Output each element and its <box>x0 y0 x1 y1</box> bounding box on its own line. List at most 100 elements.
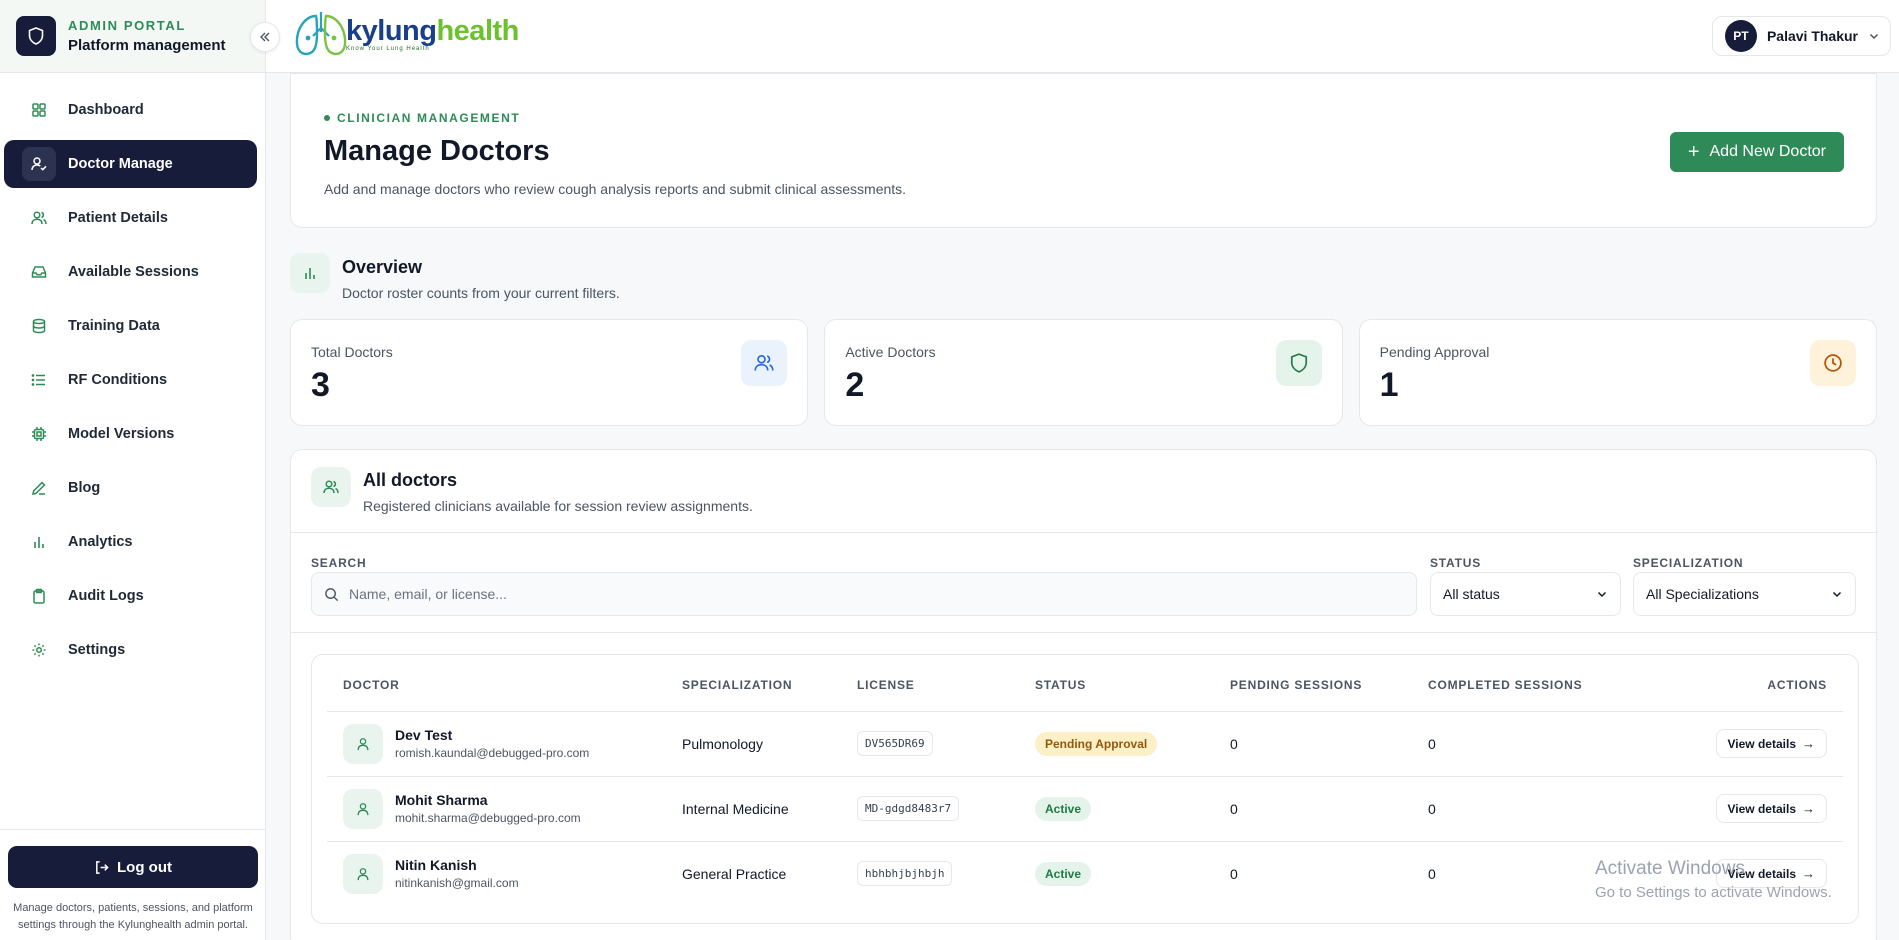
sidebar: ADMIN PORTAL Platform management Dashboa… <box>0 0 266 940</box>
bar-chart-icon <box>22 525 56 559</box>
status-select-value: All status <box>1443 586 1500 602</box>
license-code: hbhbhjbjhbjh <box>857 861 953 887</box>
section-kicker: CLINICIAN MANAGEMENT <box>324 111 520 125</box>
shield-icon <box>16 16 56 56</box>
status-select[interactable]: All status <box>1430 572 1621 616</box>
stat-value: 3 <box>311 366 330 404</box>
gear-icon <box>22 633 56 667</box>
shield-icon <box>1275 340 1322 386</box>
column-header-specialization: SPECIALIZATION <box>682 655 857 712</box>
list-icon <box>22 363 56 397</box>
specialization-select-value: All Specializations <box>1646 586 1759 602</box>
sidebar-item-dashboard[interactable]: Dashboard <box>4 86 257 134</box>
column-header-status: STATUS <box>1035 655 1230 712</box>
users-icon <box>22 201 56 235</box>
sidebar-item-label: Analytics <box>68 534 133 550</box>
sidebar-item-training-data[interactable]: Training Data <box>4 302 257 350</box>
search-field[interactable] <box>311 572 1417 616</box>
users-icon <box>311 467 351 507</box>
kicker-dot <box>324 115 330 121</box>
sidebar-item-blog[interactable]: Blog <box>4 464 257 512</box>
sidebar-item-label: Training Data <box>68 318 160 334</box>
doctor-cell: Mohit Sharma mohit.sharma@debugged-pro.co… <box>327 788 682 829</box>
view-details-label: View details <box>1727 801 1796 816</box>
pen-icon <box>22 471 56 505</box>
kylunghealth-logo[interactable]: kylunghealth Know Your Lung Health <box>292 6 519 60</box>
user-icon <box>343 853 383 894</box>
column-header-doctor: DOCTOR <box>327 655 682 712</box>
page-header-card: CLINICIAN MANAGEMENT Manage Doctors Add … <box>290 73 1877 228</box>
doctor-name: Mohit Sharma <box>395 792 488 808</box>
pending-sessions-cell: 0 <box>1230 776 1428 842</box>
doctor-email: nitinkanish@gmail.com <box>395 876 519 891</box>
filters-bar: SEARCH STATUS All status SPECIALIZATION … <box>291 533 1876 633</box>
sidebar-footer: Log out Manage doctors, patients, sessio… <box>0 829 266 940</box>
sidebar-nav: Dashboard Doctor Manage Patient Details … <box>0 73 265 674</box>
user-name: Palavi Thakur <box>1766 28 1858 44</box>
completed-sessions-cell: 0 <box>1428 711 1628 777</box>
stat-card-total-doctors: Total Doctors 3 <box>290 319 809 426</box>
add-new-doctor-button[interactable]: + Add New Doctor <box>1669 132 1844 172</box>
column-header-pending-sessions: PENDING SESSIONS <box>1230 655 1428 712</box>
add-new-doctor-label: Add New Doctor <box>1709 143 1827 160</box>
clock-icon <box>1809 340 1856 386</box>
column-header-completed-sessions: COMPLETED SESSIONS <box>1428 655 1628 712</box>
sidebar-item-patient-details[interactable]: Patient Details <box>4 194 257 242</box>
activate-windows-watermark: Activate Windows Go to Settings to activ… <box>1595 858 1832 901</box>
page-title: Manage Doctors <box>324 135 550 167</box>
collapse-sidebar-button[interactable] <box>250 22 280 52</box>
column-header-actions: ACTIONS <box>1628 655 1843 712</box>
bar-chart-icon <box>290 253 330 293</box>
all-doctors-header: All doctors Registered clinicians availa… <box>291 450 1876 533</box>
doctor-name: Dev Test <box>395 727 453 743</box>
sidebar-item-label: Dashboard <box>68 102 144 118</box>
sidebar-item-label: Available Sessions <box>68 264 199 280</box>
view-details-button[interactable]: View details → <box>1715 729 1827 758</box>
sidebar-item-analytics[interactable]: Analytics <box>4 518 257 566</box>
stats-row: Total Doctors 3 Active Doctors 2 Pending… <box>290 319 1877 426</box>
logo-text-h: health <box>436 14 519 47</box>
chevrons-left-icon <box>260 32 270 42</box>
stat-value: 1 <box>1379 366 1399 404</box>
user-menu-button[interactable]: PT Palavi Thakur <box>1711 16 1891 56</box>
search-icon <box>325 587 339 601</box>
brand-title: Platform management <box>68 37 226 54</box>
footer-note: Manage doctors, patients, sessions, and … <box>13 902 253 931</box>
logout-icon <box>96 860 109 874</box>
license-code: DV565DR69 <box>857 731 933 756</box>
sidebar-item-available-sessions[interactable]: Available Sessions <box>4 248 257 296</box>
table-row: Dev Test romish.kaundal@debugged-pro.com … <box>327 711 1843 777</box>
sidebar-item-settings[interactable]: Settings <box>4 626 257 674</box>
sidebar-item-label: Doctor Manage <box>68 156 173 172</box>
sidebar-item-label: Settings <box>68 642 126 658</box>
column-header-license: LICENSE <box>857 655 1035 712</box>
logout-label: Log out <box>117 858 172 876</box>
stat-value: 2 <box>845 366 865 404</box>
specialization-cell: Internal Medicine <box>682 776 857 842</box>
overview-title: Overview <box>342 257 423 277</box>
stat-card-pending-approval: Pending Approval 1 <box>1358 319 1877 426</box>
status-badge: Active <box>1035 861 1092 886</box>
table-row: Mohit Sharma mohit.sharma@debugged-pro.co… <box>327 776 1843 842</box>
users-icon <box>741 340 788 386</box>
view-details-button[interactable]: View details → <box>1715 794 1827 823</box>
specialization-select[interactable]: All Specializations <box>1633 572 1856 616</box>
sidebar-item-audit-logs[interactable]: Audit Logs <box>4 572 257 620</box>
sidebar-item-label: Model Versions <box>68 426 175 442</box>
view-details-label: View details <box>1727 736 1796 751</box>
doctor-email: mohit.sharma@debugged-pro.com <box>395 811 581 825</box>
stat-label: Active Doctors <box>845 344 936 360</box>
status-filter-label: STATUS <box>1430 556 1482 570</box>
completed-sessions-cell: 0 <box>1428 776 1628 842</box>
topbar: kylunghealth Know Your Lung Health PT Pa… <box>266 0 1899 73</box>
sidebar-item-rf-conditions[interactable]: RF Conditions <box>4 356 257 404</box>
search-input[interactable] <box>349 586 1349 602</box>
cpu-icon <box>22 417 56 451</box>
sidebar-item-label: Blog <box>68 480 101 496</box>
grid-icon <box>22 93 56 127</box>
logout-button[interactable]: Log out <box>8 846 258 888</box>
stat-label: Total Doctors <box>311 344 393 360</box>
sidebar-item-model-versions[interactable]: Model Versions <box>4 410 257 458</box>
lungs-logo-icon <box>295 12 347 56</box>
sidebar-item-doctor-manage[interactable]: Doctor Manage <box>4 140 257 188</box>
